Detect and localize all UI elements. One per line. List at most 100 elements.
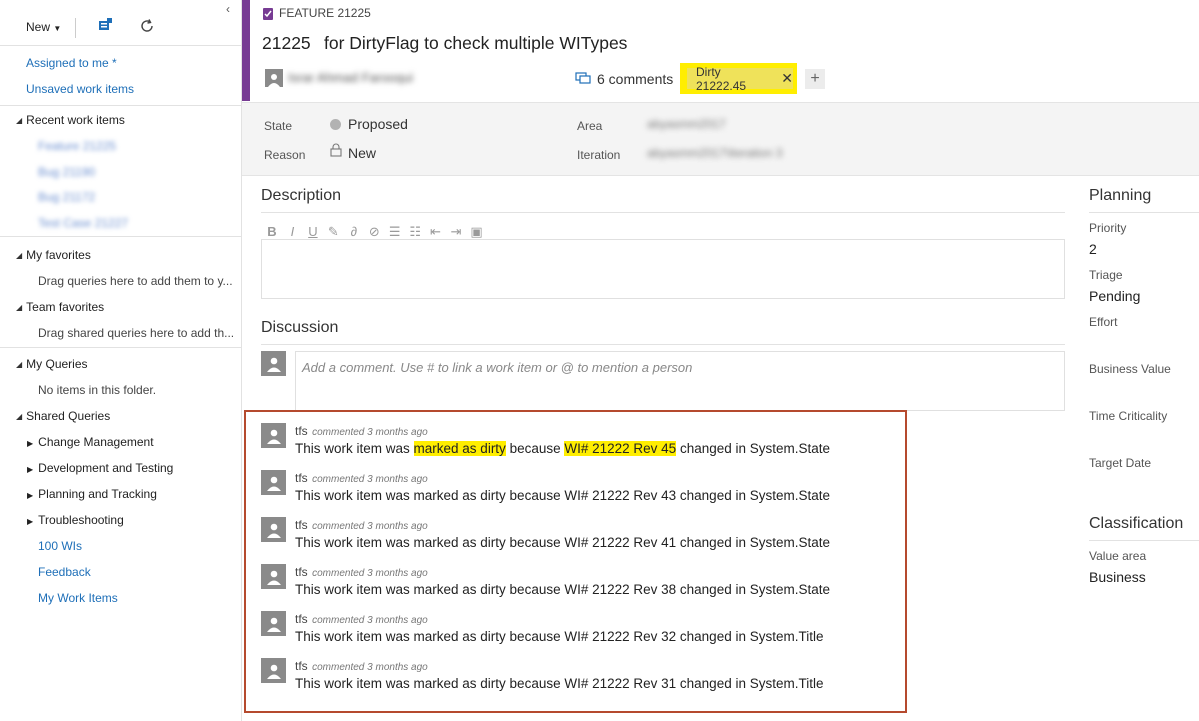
insert-image-icon[interactable]: ▣ — [469, 224, 485, 240]
folder-label: Troubleshooting — [38, 513, 124, 527]
query-assigned-to-me[interactable]: Assigned to me * — [26, 56, 117, 70]
area-value[interactable]: abyasmm2017 — [647, 117, 726, 131]
recent-item[interactable]: Feature 21225 — [38, 139, 116, 153]
discussion-title: Discussion — [261, 319, 339, 336]
folder-development-and-testing[interactable]: ▶ Development and Testing — [27, 461, 173, 475]
query-feedback[interactable]: Feedback — [38, 565, 91, 579]
highlight-icon[interactable]: ✎ — [325, 224, 341, 240]
divider — [1089, 540, 1199, 541]
comment-text-part: This work item was — [295, 441, 414, 456]
effort-field[interactable] — [1089, 333, 1197, 353]
comment-author[interactable]: tfs — [295, 659, 308, 673]
refresh-icon[interactable] — [139, 18, 155, 39]
comment-author-avatar — [261, 611, 286, 636]
remove-tag-icon[interactable]: ✕ — [781, 70, 793, 87]
bold-icon[interactable]: B — [264, 224, 280, 239]
divider — [0, 45, 241, 46]
work-item-type-color-bar — [242, 0, 250, 101]
unlink-icon[interactable]: ⊘ — [366, 224, 382, 240]
effort-label: Effort — [1089, 315, 1118, 329]
italic-icon[interactable]: I — [284, 224, 300, 239]
iteration-value[interactable]: abyasmm2017\Iteration 3 — [647, 146, 782, 160]
query-my-work-items[interactable]: My Work Items — [38, 591, 118, 605]
shared-queries-header[interactable]: ◢ Shared Queries — [16, 409, 110, 423]
underline-icon[interactable]: U — [305, 224, 321, 239]
comment-item: tfs commented 3 months ago This work ite… — [261, 469, 901, 516]
comment-timestamp: commented 3 months ago — [312, 662, 428, 673]
lock-icon — [330, 143, 342, 162]
section-label: Shared Queries — [26, 409, 111, 423]
folder-label: Development and Testing — [38, 461, 174, 475]
numbered-list-icon[interactable]: ☷ — [407, 224, 423, 240]
highlighted-text: marked as dirty — [413, 441, 506, 456]
my-queries-hint: No items in this folder. — [38, 383, 157, 397]
target-date-field[interactable] — [1089, 474, 1197, 494]
comment-text: This work item was marked as dirty becau… — [295, 441, 830, 456]
increase-indent-icon[interactable]: ⇥ — [448, 224, 464, 240]
business-value-label: Business Value — [1089, 362, 1171, 376]
section-label: My Queries — [26, 357, 88, 371]
decrease-indent-icon[interactable]: ⇤ — [428, 224, 444, 240]
comment-author[interactable]: tfs — [295, 612, 308, 626]
folder-change-management[interactable]: ▶ Change Management — [27, 435, 154, 449]
recent-item[interactable]: Bug 21172 — [38, 190, 95, 204]
chevron-down-icon: ▼ — [53, 24, 62, 33]
folder-troubleshooting[interactable]: ▶ Troubleshooting — [27, 513, 124, 527]
state-label: State — [264, 119, 293, 133]
reason-value: New — [348, 145, 377, 161]
business-value-field[interactable] — [1089, 380, 1197, 400]
query-unsaved-work-items[interactable]: Unsaved work items — [26, 82, 134, 96]
time-criticality-field[interactable] — [1089, 427, 1197, 447]
new-work-item-button[interactable]: New ▼ — [26, 20, 61, 34]
new-label: New — [26, 20, 51, 34]
collapse-pane-icon[interactable]: ‹ — [226, 2, 230, 16]
divider — [0, 347, 241, 348]
my-favorites-hint: Drag queries here to add them to y... — [38, 274, 233, 288]
section-label: Team favorites — [26, 300, 105, 314]
comments-count-link[interactable]: 6 comments — [597, 71, 673, 87]
work-item-title[interactable]: for DirtyFlag to check multiple WITypes — [324, 33, 627, 54]
my-favorites-header[interactable]: ◢ My favorites — [16, 248, 91, 262]
value-area-value[interactable]: Business — [1089, 569, 1146, 585]
section-label: My favorites — [26, 248, 91, 262]
comment-author[interactable]: tfs — [295, 424, 308, 438]
comment-item: tfs commented 3 months ago This work ite… — [261, 422, 901, 469]
priority-value[interactable]: 2 — [1089, 241, 1097, 257]
value-area-label: Value area — [1089, 549, 1147, 563]
area-label: Area — [577, 119, 603, 133]
folder-label: Planning and Tracking — [38, 487, 157, 501]
query-100-wis[interactable]: 100 WIs — [38, 539, 82, 553]
highlighted-text: WI# 21222 Rev 45 — [564, 441, 677, 456]
comment-author-avatar — [261, 658, 286, 683]
collapse-triangle-icon: ◢ — [16, 360, 23, 369]
iteration-label: Iteration — [577, 148, 621, 162]
description-editor[interactable] — [261, 239, 1065, 299]
divider — [261, 344, 1065, 345]
comment-text: This work item was marked as dirty becau… — [295, 535, 830, 550]
link-icon[interactable]: ∂ — [346, 224, 362, 239]
comment-input[interactable]: Add a comment. Use # to link a work item… — [295, 351, 1065, 411]
assigned-to-field[interactable]: Israr Ahmad Farooqui — [288, 70, 413, 85]
add-tag-icon[interactable]: + — [805, 69, 825, 89]
comment-author-avatar — [261, 564, 286, 589]
folder-planning-and-tracking[interactable]: ▶ Planning and Tracking — [27, 487, 157, 501]
comment-timestamp: commented 3 months ago — [312, 615, 428, 626]
comment-author-avatar — [261, 517, 286, 542]
recent-work-items-header[interactable]: ◢ Recent work items — [16, 113, 125, 127]
bulleted-list-icon[interactable]: ☰ — [387, 224, 403, 240]
comment-author[interactable]: tfs — [295, 565, 308, 579]
triage-value[interactable]: Pending — [1089, 288, 1140, 304]
tag-dirty[interactable]: Dirty 21222.45 ✕ — [687, 65, 793, 93]
state-value[interactable]: Proposed — [348, 116, 408, 132]
recent-item[interactable]: Test Case 21227 — [38, 216, 128, 230]
comment-text: This work item was marked as dirty becau… — [295, 676, 824, 691]
comment-author[interactable]: tfs — [295, 471, 308, 485]
expand-triangle-icon: ▶ — [27, 465, 34, 474]
my-queries-header[interactable]: ◢ My Queries — [16, 357, 88, 371]
recent-item[interactable]: Bug 21190 — [38, 165, 95, 179]
comment-author-avatar — [261, 470, 286, 495]
comment-author[interactable]: tfs — [295, 518, 308, 532]
new-query-icon[interactable] — [97, 18, 113, 39]
state-dot-icon — [330, 119, 341, 130]
team-favorites-header[interactable]: ◢ Team favorites — [16, 300, 104, 314]
